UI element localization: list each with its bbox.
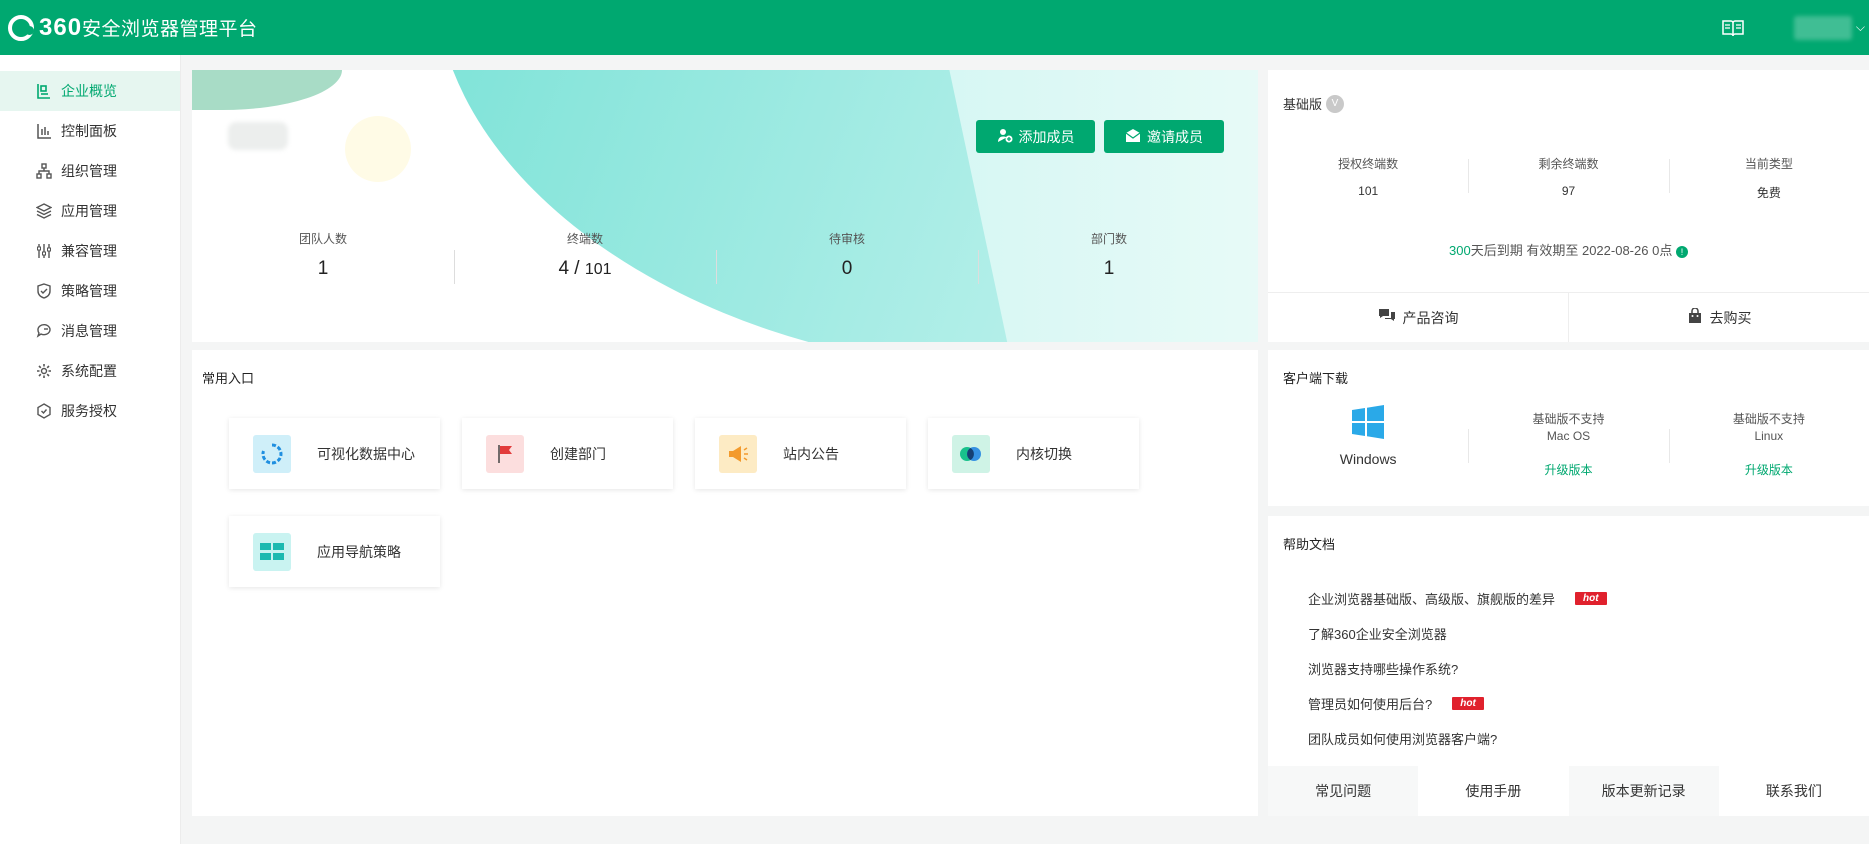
shield-check-icon (35, 282, 53, 300)
grid-nav-icon (253, 532, 291, 571)
enterprise-name (228, 122, 288, 150)
sidebar-item-label: 应用管理 (61, 203, 117, 219)
help-link[interactable]: 企业浏览器基础版、高级版、旗舰版的差异 hot (1308, 581, 1607, 616)
top-bar: 360安全浏览器管理平台 ⌵ (0, 0, 1869, 55)
enterprise-overview-card: 添加成员 邀请成员 团队人数 1 终端数 4 / 101 待审核 0 部门数 1 (192, 70, 1258, 342)
help-link[interactable]: 了解360企业安全浏览器 (1308, 616, 1607, 651)
sidebar: 企业概览 控制面板 组织管理 应用管理 兼容管理 策略管理 消息管理 系统配置 (0, 55, 181, 844)
common-entries-title: 常用入口 (202, 371, 255, 386)
hot-badge: hot (1575, 592, 1607, 605)
kernel-switch-icon (952, 434, 990, 473)
download-windows[interactable]: Windows (1268, 405, 1468, 485)
linux-upgrade-link[interactable]: 升级版本 (1669, 461, 1869, 478)
invite-member-label: 邀请成员 (1147, 128, 1203, 145)
help-link[interactable]: 团队成员如何使用浏览器客户端? (1308, 721, 1607, 756)
entry-announcement[interactable]: 站内公告 (695, 418, 906, 489)
plan-remaining-terminals: 剩余终端数 97 (1468, 155, 1668, 201)
help-link[interactable]: 浏览器支持哪些操作系统? (1308, 651, 1607, 686)
sidebar-item-messages[interactable]: 消息管理 (0, 311, 180, 351)
org-tree-icon (35, 162, 53, 180)
entry-create-dept[interactable]: 创建部门 (462, 418, 673, 489)
chevron-down-icon[interactable]: ⌵ (1856, 20, 1865, 35)
invite-mail-icon (1125, 127, 1141, 146)
entry-kernel-switch[interactable]: 内核切换 (928, 418, 1139, 489)
sidebar-item-settings[interactable]: 系统配置 (0, 351, 180, 391)
shopping-bag-icon (1687, 307, 1703, 327)
download-mac: 基础版不支持 Mac OS 升级版本 (1468, 405, 1668, 485)
brand-logo[interactable]: 360安全浏览器管理平台 (8, 14, 258, 42)
sidebar-item-label: 组织管理 (61, 163, 117, 179)
stat-departments: 部门数 1 (978, 230, 1240, 284)
stat-pending: 待审核 0 (716, 230, 978, 284)
book-icon[interactable] (1722, 19, 1744, 37)
sidebar-item-label: 服务授权 (61, 403, 117, 419)
tab-manual[interactable]: 使用手册 (1418, 766, 1569, 816)
entry-data-center[interactable]: 可视化数据中心 (229, 418, 440, 489)
plan-licensed-terminals: 授权终端数 101 (1338, 157, 1399, 198)
add-user-icon (997, 127, 1013, 146)
sidebar-item-label: 策略管理 (61, 283, 117, 299)
chat-icon (1378, 308, 1396, 327)
sidebar-item-label: 系统配置 (61, 363, 117, 379)
sidebar-item-org[interactable]: 组织管理 (0, 151, 180, 191)
stat-team-size: 团队人数 1 (298, 232, 347, 279)
flag-icon (486, 434, 524, 473)
sidebar-item-overview[interactable]: 企业概览 (0, 71, 180, 111)
version-badge-icon: V (1326, 94, 1345, 113)
sidebar-item-control-panel[interactable]: 控制面板 (0, 111, 180, 151)
tab-faq[interactable]: 常见问题 (1268, 766, 1419, 816)
client-download-title: 客户端下载 (1283, 371, 1349, 386)
plan-current-type: 当前类型 免费 (1668, 155, 1869, 201)
help-docs-card: 帮助文档 企业浏览器基础版、高级版、旗舰版的差异 hot 了解360企业安全浏览器… (1268, 516, 1869, 816)
sidebar-item-label: 控制面板 (61, 123, 117, 139)
common-entries-card: 常用入口 可视化数据中心 创建部门 站内公告 内核切换 应用导航策略 (192, 350, 1258, 816)
tab-contact[interactable]: 联系我们 (1718, 766, 1869, 816)
logo-icon (8, 14, 34, 41)
hot-badge: hot (1452, 697, 1484, 710)
invite-member-button[interactable]: 邀请成员 (1104, 120, 1224, 153)
add-member-label: 添加成员 (1018, 128, 1075, 145)
sidebar-item-apps[interactable]: 应用管理 (0, 191, 180, 231)
stat-terminals: 终端数 4 / 101 (454, 230, 716, 284)
message-icon (35, 322, 53, 340)
plan-card: 基础版 V 授权终端数 101 剩余终端数 97 当前类型 免费 300天后到期… (1268, 70, 1869, 342)
dashboard-icon (35, 82, 53, 100)
data-center-icon (253, 434, 291, 473)
help-link[interactable]: 管理员如何使用后台? hot (1308, 686, 1607, 721)
sliders-icon (35, 242, 53, 260)
info-icon[interactable]: ! (1675, 245, 1688, 258)
plan-title: 基础版 (1283, 97, 1323, 112)
sidebar-item-label: 兼容管理 (61, 243, 117, 259)
entry-app-nav-policy[interactable]: 应用导航策略 (229, 516, 440, 587)
bar-chart-icon (35, 122, 53, 140)
sidebar-item-license[interactable]: 服务授权 (0, 391, 180, 431)
layers-icon (35, 202, 53, 220)
brand-title: 安全浏览器管理平台 (82, 18, 258, 40)
windows-icon (1268, 405, 1468, 439)
plan-expiry: 300天后到期 有效期至 2022-08-26 0点 ! (1268, 240, 1869, 259)
product-consult-button[interactable]: 产品咨询 (1268, 293, 1568, 342)
sidebar-item-policy[interactable]: 策略管理 (0, 271, 180, 311)
gear-icon (35, 362, 53, 380)
user-avatar[interactable] (1793, 15, 1852, 40)
tab-changelog[interactable]: 版本更新记录 (1568, 766, 1719, 816)
help-docs-title: 帮助文档 (1283, 537, 1336, 552)
mac-upgrade-link[interactable]: 升级版本 (1468, 461, 1668, 478)
sidebar-item-label: 企业概览 (61, 83, 117, 99)
megaphone-icon (719, 434, 757, 473)
overview-stats: 团队人数 1 终端数 4 / 101 待审核 0 部门数 1 (192, 230, 1258, 284)
buy-button[interactable]: 去购买 (1568, 293, 1869, 342)
download-linux: 基础版不支持 Linux 升级版本 (1668, 405, 1869, 485)
brand-number: 360 (39, 13, 83, 41)
client-download-card: 客户端下载 Windows 基础版不支持 Mac OS 升级版本 基础版不支持 … (1268, 350, 1869, 506)
badge-icon (35, 402, 53, 420)
sidebar-item-compat[interactable]: 兼容管理 (0, 231, 180, 271)
add-member-button[interactable]: 添加成员 (976, 120, 1095, 153)
sidebar-item-label: 消息管理 (61, 323, 117, 339)
